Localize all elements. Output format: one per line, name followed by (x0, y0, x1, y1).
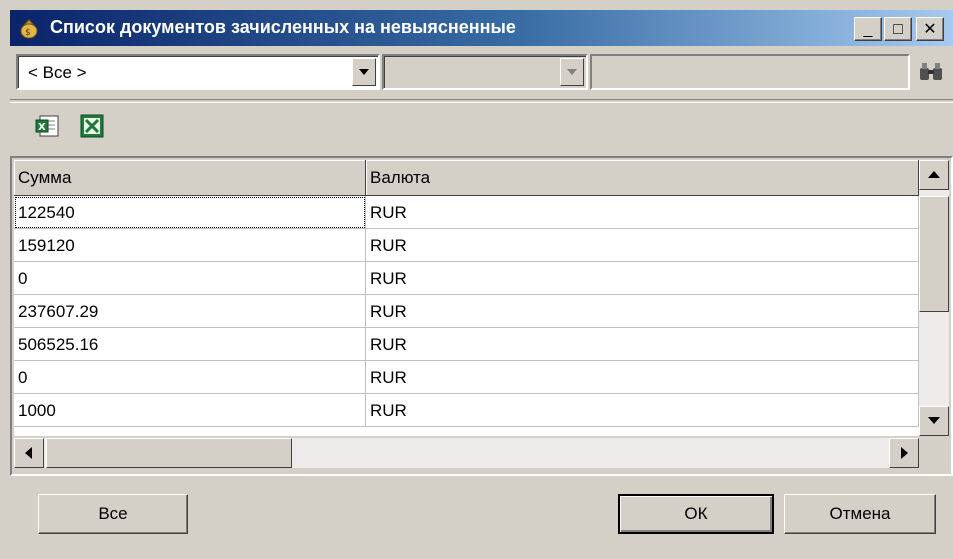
currency-cell[interactable]: RUR (366, 394, 919, 427)
combo2-dropdown-button[interactable] (560, 58, 584, 86)
table-row[interactable]: 122540 RUR (14, 196, 919, 229)
column-header-currency[interactable]: Валюта (366, 160, 919, 196)
table-row[interactable]: 506525.16 RUR (14, 328, 919, 361)
vertical-scroll-thumb[interactable] (919, 196, 949, 312)
sum-cell[interactable]: 0 (14, 361, 366, 394)
maximize-button[interactable]: □ (884, 17, 912, 41)
horizontal-scroll-thumb[interactable] (46, 438, 292, 468)
sum-cell[interactable]: 237607.29 (14, 295, 366, 328)
currency-cell[interactable]: RUR (366, 262, 919, 295)
filter-bar: < Все > (10, 46, 953, 98)
chevron-down-icon (359, 69, 369, 75)
sum-cell[interactable]: 1000 (14, 394, 366, 427)
toolbar: X (10, 104, 953, 152)
svg-text:$: $ (25, 28, 31, 38)
scroll-corner (919, 438, 949, 468)
grid-body: Сумма Валюта 122540 RUR 159120 RUR 0 RUR 23760… (14, 160, 919, 436)
arrow-right-icon (901, 447, 908, 459)
arrow-left-icon (25, 447, 32, 459)
window-title: Список документов зачисленных на невыясн… (50, 17, 516, 37)
binoculars-icon[interactable] (918, 62, 944, 82)
scroll-right-button[interactable] (889, 438, 919, 468)
sum-cell[interactable]: 159120 (14, 229, 366, 262)
excel-icon[interactable] (78, 112, 106, 140)
table-row[interactable]: 159120 RUR (14, 229, 919, 262)
svg-text:X: X (38, 122, 46, 133)
currency-cell[interactable]: RUR (366, 196, 919, 229)
chevron-down-icon (567, 69, 577, 75)
all-button[interactable]: Все (38, 494, 188, 534)
money-bag-icon: $ (20, 19, 38, 39)
sum-cell[interactable]: 506525.16 (14, 328, 366, 361)
separator (10, 99, 953, 103)
scroll-up-button[interactable] (919, 160, 949, 190)
ok-button[interactable]: ОК (618, 494, 774, 534)
documents-grid[interactable]: Сумма Валюта 122540 RUR 159120 RUR 0 RUR 23760… (10, 156, 953, 476)
scroll-left-button[interactable] (14, 438, 44, 468)
table-row[interactable]: 1000 RUR (14, 394, 919, 427)
currency-cell[interactable]: RUR (366, 229, 919, 262)
excel-export-icon[interactable]: X (34, 112, 62, 140)
filter-combo-value: < Все > (28, 63, 87, 82)
title-bar[interactable]: $ Список документов зачисленных на невыя… (10, 10, 953, 46)
vertical-scrollbar[interactable] (919, 160, 949, 436)
column-header-sum[interactable]: Сумма (14, 160, 366, 196)
table-row[interactable]: 0 RUR (14, 361, 919, 394)
currency-cell[interactable]: RUR (366, 361, 919, 394)
search-input[interactable] (590, 54, 910, 90)
close-button[interactable]: ✕ (916, 17, 944, 41)
horizontal-scrollbar[interactable] (14, 438, 919, 468)
cancel-button[interactable]: Отмена (784, 494, 936, 534)
table-row[interactable]: 0 RUR (14, 262, 919, 295)
minimize-button[interactable]: _ (854, 17, 882, 41)
filter-combo-secondary[interactable] (382, 54, 588, 90)
arrow-up-icon (928, 171, 940, 178)
filter-combo-all[interactable]: < Все > (16, 54, 380, 90)
sum-cell[interactable]: 122540 (14, 196, 366, 229)
currency-cell[interactable]: RUR (366, 295, 919, 328)
currency-cell[interactable]: RUR (366, 328, 919, 361)
combo-dropdown-button[interactable] (352, 58, 376, 86)
arrow-down-icon (928, 417, 940, 424)
scroll-down-button[interactable] (919, 406, 949, 436)
sum-cell[interactable]: 0 (14, 262, 366, 295)
table-row[interactable]: 237607.29 RUR (14, 295, 919, 328)
